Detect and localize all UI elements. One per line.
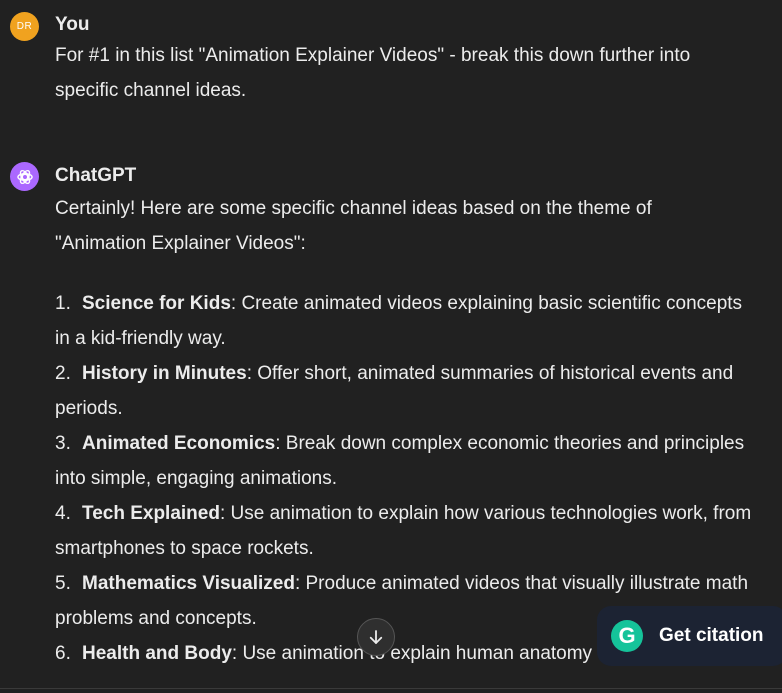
item-description: : Use animation to explain human anatomy	[231, 643, 593, 664]
item-title: Animated Economics	[82, 433, 276, 454]
assistant-author-name: ChatGPT	[55, 165, 137, 186]
list-number: 1.	[55, 293, 71, 314]
item-description: : Break down complex economic theories a…	[275, 433, 745, 454]
user-avatar: DR	[10, 12, 39, 41]
user-message-line: specific channel ideas.	[55, 80, 247, 101]
list-item: 4. Tech Explained: Use animation to expla…	[55, 496, 775, 566]
list-item: 2. History in Minutes: Offer short, anima…	[55, 356, 775, 426]
item-description: : Create animated videos explaining basi…	[230, 293, 743, 314]
divider	[0, 688, 782, 689]
item-title: History in Minutes	[82, 363, 247, 384]
list-number: 2.	[55, 363, 71, 384]
arrow-down-icon	[369, 630, 383, 644]
grammarly-logo-icon: G	[611, 620, 643, 652]
list-number: 4.	[55, 503, 71, 524]
item-description: : Produce animated videos that visually …	[294, 573, 749, 594]
item-title: Health and Body	[82, 643, 232, 664]
list-number: 3.	[55, 433, 71, 454]
item-description-continued: periods.	[55, 398, 123, 419]
item-title: Science for Kids	[82, 293, 231, 314]
get-citation-label: Get citation	[659, 625, 764, 646]
list-number: 5.	[55, 573, 71, 594]
item-description-continued: smartphones to space rockets.	[55, 538, 314, 559]
chatgpt-logo-icon	[10, 162, 39, 191]
user-author-name: You	[55, 14, 90, 35]
list-item: 1. Science for Kids: Create animated vide…	[55, 286, 775, 356]
get-citation-button[interactable]: G Get citation	[597, 606, 782, 666]
assistant-message-text: Certainly! Here are some specific channe…	[55, 191, 775, 671]
item-title: Tech Explained	[82, 503, 220, 524]
list-item: 3. Animated Economics: Break down complex…	[55, 426, 775, 496]
scroll-to-bottom-button[interactable]	[357, 618, 395, 656]
item-description-continued: into simple, engaging animations.	[55, 468, 338, 489]
item-description: : Use animation to explain how various t…	[219, 503, 752, 524]
intro-line: Certainly! Here are some specific channe…	[55, 198, 652, 219]
user-message-text: For #1 in this list "Animation Explainer…	[55, 38, 775, 108]
item-description-continued: in a kid-friendly way.	[55, 328, 226, 349]
item-description: : Offer short, animated summaries of his…	[246, 363, 734, 384]
item-title: Mathematics Visualized	[82, 573, 295, 594]
intro-line: "Animation Explainer Videos":	[55, 233, 306, 254]
list-number: 6.	[55, 643, 71, 664]
avatar-initials: DR	[16, 21, 33, 32]
user-message-line: For #1 in this list "Animation Explainer…	[55, 45, 691, 66]
